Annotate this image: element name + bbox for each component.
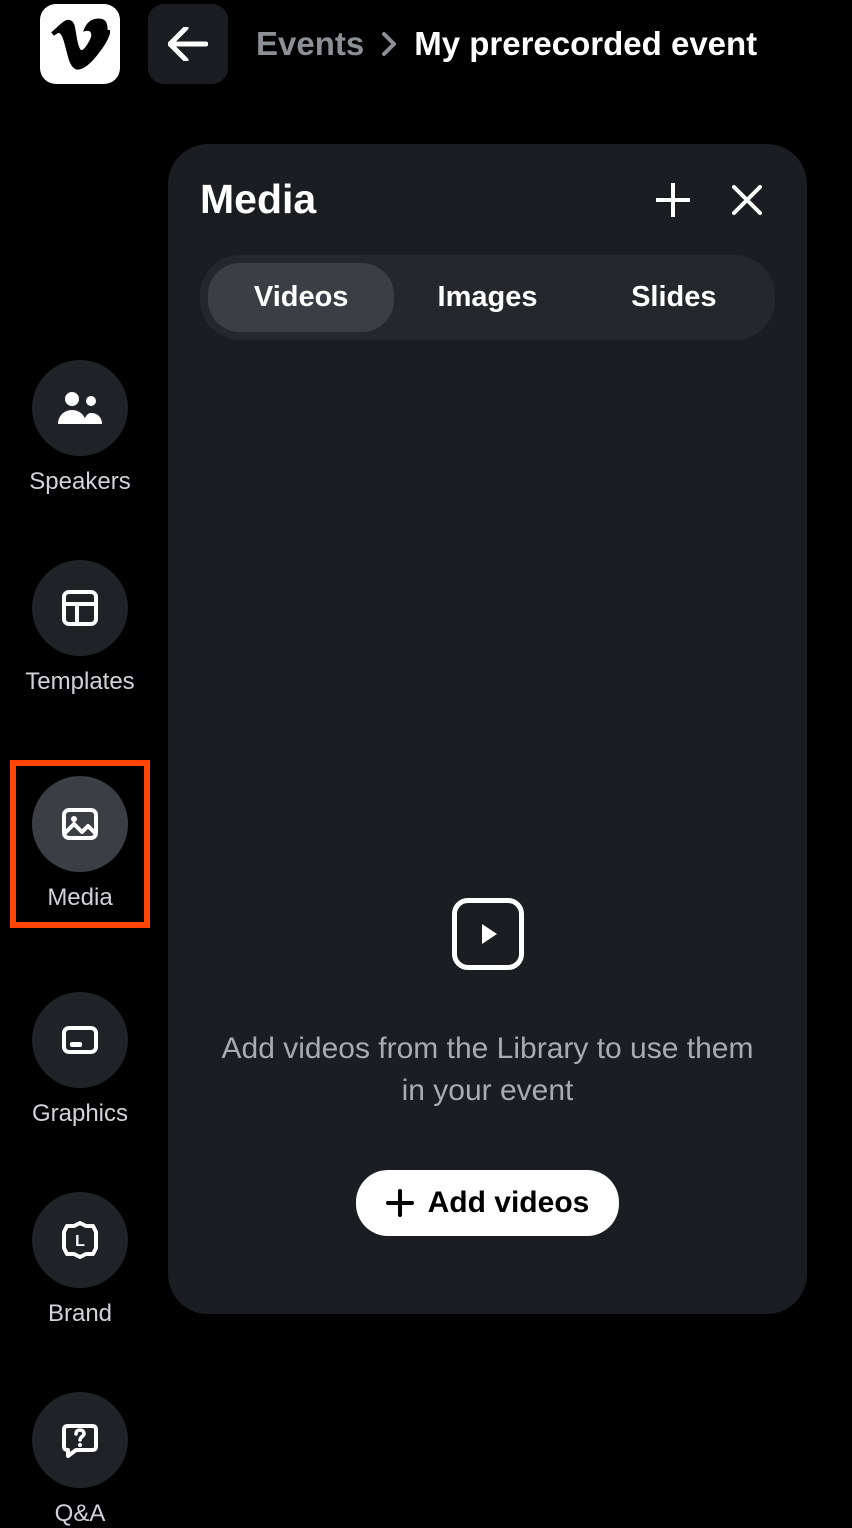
- sidebar-item-qa[interactable]: Q&A: [10, 1392, 150, 1528]
- panel-title: Media: [200, 176, 316, 223]
- tab-videos[interactable]: Videos: [208, 263, 394, 332]
- chevron-right-icon: [382, 32, 396, 56]
- breadcrumb: Events My prerecorded event: [256, 25, 757, 63]
- sidebar-item-label: Graphics: [32, 1100, 128, 1128]
- tab-slides[interactable]: Slides: [581, 263, 767, 332]
- tab-images[interactable]: Images: [394, 263, 580, 332]
- plus-icon: [656, 183, 690, 217]
- graphics-icon: [62, 1026, 98, 1054]
- sidebar-item-graphics[interactable]: Graphics: [10, 992, 150, 1128]
- close-icon: [732, 185, 762, 215]
- add-icon-button[interactable]: [651, 178, 695, 222]
- brand-icon: L: [60, 1220, 100, 1260]
- sidebar-item-label: Templates: [25, 668, 134, 696]
- sidebar-item-templates[interactable]: Templates: [10, 560, 150, 696]
- vimeo-logo[interactable]: [40, 4, 120, 84]
- add-videos-label: Add videos: [428, 1186, 590, 1220]
- breadcrumb-current: My prerecorded event: [414, 25, 757, 63]
- panel-header: Media: [200, 176, 775, 247]
- sidebar-item-label: Q&A: [55, 1500, 106, 1528]
- header: Events My prerecorded event: [0, 0, 852, 88]
- media-panel: Media Videos Images Slides: [168, 144, 807, 1314]
- breadcrumb-parent[interactable]: Events: [256, 25, 364, 63]
- add-videos-button[interactable]: Add videos: [356, 1170, 620, 1236]
- close-button[interactable]: [725, 178, 769, 222]
- arrow-left-icon: [168, 27, 208, 61]
- sidebar-item-label: Brand: [48, 1300, 112, 1328]
- panel-actions: [651, 178, 775, 222]
- speakers-icon: [58, 390, 102, 426]
- sidebar-item-label: Media: [47, 884, 112, 912]
- main-area: Speakers Templates Media: [0, 88, 852, 1528]
- back-button[interactable]: [148, 4, 228, 84]
- templates-icon: [62, 590, 98, 626]
- plus-icon: [386, 1189, 414, 1217]
- qa-icon: [62, 1422, 98, 1458]
- empty-state: Add videos from the Library to use them …: [200, 898, 775, 1236]
- video-play-icon: [452, 898, 524, 970]
- sidebar-item-label: Speakers: [29, 468, 130, 496]
- empty-text: Add videos from the Library to use them …: [200, 1028, 775, 1112]
- sidebar: Speakers Templates Media: [0, 88, 160, 1528]
- sidebar-item-brand[interactable]: L Brand: [10, 1192, 150, 1328]
- media-icon: [62, 808, 98, 840]
- svg-text:L: L: [75, 1233, 85, 1250]
- sidebar-item-speakers[interactable]: Speakers: [10, 360, 150, 496]
- sidebar-item-media[interactable]: Media: [10, 760, 150, 928]
- tabs: Videos Images Slides: [200, 255, 775, 340]
